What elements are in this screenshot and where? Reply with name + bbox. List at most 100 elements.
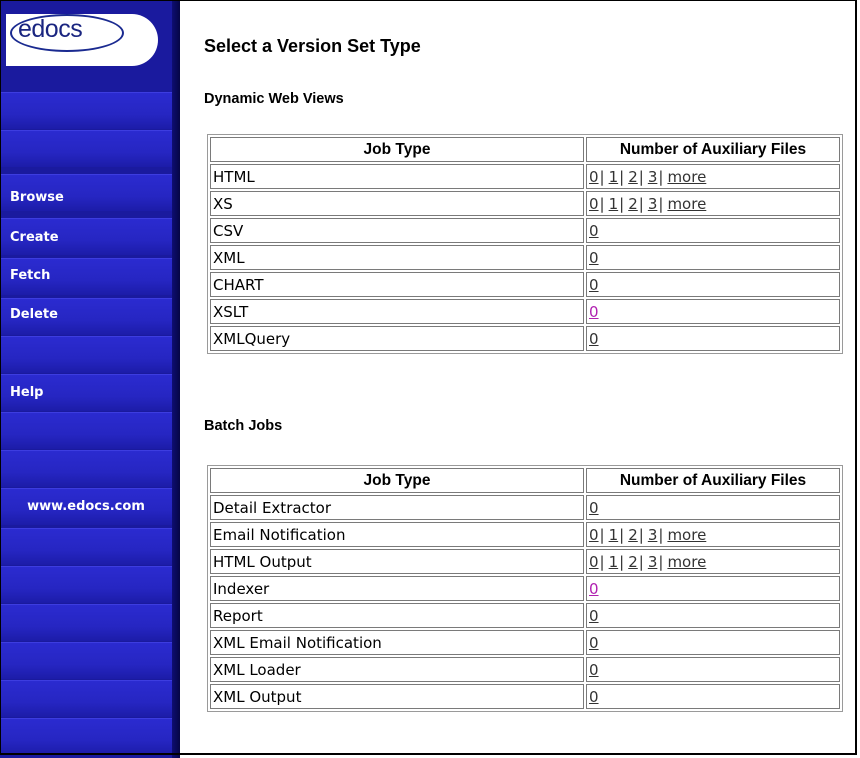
aux-files-count-link[interactable]: 2 <box>628 553 638 571</box>
link-separator: | <box>619 525 625 544</box>
aux-files-cell: 0 <box>586 272 840 297</box>
aux-files-count-link[interactable]: 3 <box>648 168 658 186</box>
table-row: Detail Extractor 0 <box>210 495 840 520</box>
aux-files-cell: 0 <box>586 657 840 682</box>
aux-files-count-link[interactable]: 1 <box>609 195 619 213</box>
table-row: XML 0 <box>210 245 840 270</box>
aux-files-count-link[interactable]: 0 <box>589 580 599 598</box>
aux-files-count-link[interactable]: 0 <box>589 222 599 240</box>
aux-files-count-link[interactable]: 2 <box>628 195 638 213</box>
column-header-aux-files: Number of Auxiliary Files <box>586 468 840 493</box>
job-type-cell: XSLT <box>210 299 584 324</box>
table-row: Email Notification 0| 1| 2| 3| more <box>210 522 840 547</box>
sidebar-stripe <box>0 642 172 679</box>
page-title: Select a Version Set Type <box>204 36 421 56</box>
job-type-cell: XS <box>210 191 584 216</box>
aux-files-count-link[interactable]: 0 <box>589 276 599 294</box>
column-header-job-type: Job Type <box>210 468 584 493</box>
link-separator: | <box>619 167 625 186</box>
aux-files-count-link[interactable]: 2 <box>628 526 638 544</box>
table-row: CSV 0 <box>210 218 840 243</box>
table-row: HTML Output 0| 1| 2| 3| more <box>210 549 840 574</box>
link-separator: | <box>619 552 625 571</box>
sidebar-stripe <box>0 680 172 717</box>
aux-files-count-link[interactable]: 3 <box>648 526 658 544</box>
batch-jobs-table: Job Type Number of Auxiliary Files Detai… <box>207 465 843 712</box>
aux-files-count-link[interactable]: 0 <box>589 249 599 267</box>
aux-files-count-link[interactable]: 0 <box>589 330 599 348</box>
link-separator: | <box>658 525 664 544</box>
job-type-cell: XML Loader <box>210 657 584 682</box>
link-separator: | <box>658 167 664 186</box>
aux-files-cell: 0 <box>586 603 840 628</box>
aux-files-more-link[interactable]: more <box>667 553 706 571</box>
aux-files-cell: 0 <box>586 245 840 270</box>
aux-files-count-link[interactable]: 0 <box>589 195 599 213</box>
nav-delete[interactable]: Delete <box>0 306 172 324</box>
aux-files-count-link[interactable]: 3 <box>648 195 658 213</box>
aux-files-cell: 0 <box>586 684 840 709</box>
table-row: Indexer 0 <box>210 576 840 601</box>
nav-browse[interactable]: Browse <box>0 189 172 207</box>
job-type-cell: CHART <box>210 272 584 297</box>
sidebar-stripe <box>0 604 172 641</box>
aux-files-count-link[interactable]: 0 <box>589 688 599 706</box>
link-separator: | <box>599 525 605 544</box>
nav-create[interactable]: Create <box>0 229 172 247</box>
link-separator: | <box>638 552 644 571</box>
job-type-cell: XMLQuery <box>210 326 584 351</box>
link-separator: | <box>599 194 605 213</box>
nav-help[interactable]: Help <box>0 384 172 402</box>
aux-files-cell: 0 <box>586 326 840 351</box>
column-header-aux-files: Number of Auxiliary Files <box>586 137 840 162</box>
aux-files-cell: 0| 1| 2| 3| more <box>586 191 840 216</box>
aux-files-count-link[interactable]: 0 <box>589 168 599 186</box>
nav-fetch[interactable]: Fetch <box>0 267 172 285</box>
sidebar-stripe <box>0 412 172 449</box>
aux-files-more-link[interactable]: more <box>667 195 706 213</box>
aux-files-count-link[interactable]: 3 <box>648 553 658 571</box>
job-type-cell: XML Output <box>210 684 584 709</box>
aux-files-cell: 0 <box>586 495 840 520</box>
aux-files-cell: 0 <box>586 576 840 601</box>
link-separator: | <box>638 167 644 186</box>
aux-files-count-link[interactable]: 0 <box>589 499 599 517</box>
aux-files-count-link[interactable]: 1 <box>609 526 619 544</box>
table-row: XML Email Notification 0 <box>210 630 840 655</box>
job-type-cell: XML Email Notification <box>210 630 584 655</box>
aux-files-count-link[interactable]: 0 <box>589 634 599 652</box>
aux-files-count-link[interactable]: 1 <box>609 553 619 571</box>
aux-files-count-link[interactable]: 2 <box>628 168 638 186</box>
link-separator: | <box>638 194 644 213</box>
aux-files-count-link[interactable]: 0 <box>589 553 599 571</box>
link-separator: | <box>658 194 664 213</box>
sidebar-stripe <box>0 92 172 129</box>
job-type-cell: Detail Extractor <box>210 495 584 520</box>
site-link[interactable]: www.edocs.com <box>0 498 172 516</box>
table-row: CHART 0 <box>210 272 840 297</box>
column-header-job-type: Job Type <box>210 137 584 162</box>
table-body: HTML 0| 1| 2| 3| more XS 0| 1| 2| 3| more CSV 0 XML 0 CH… <box>210 164 840 351</box>
aux-files-more-link[interactable]: more <box>667 526 706 544</box>
job-type-cell: HTML <box>210 164 584 189</box>
sidebar-shadow <box>172 0 180 758</box>
aux-files-cell: 0 <box>586 299 840 324</box>
dynamic-web-views-table: Job Type Number of Auxiliary Files HTML 0… <box>207 134 843 354</box>
job-type-cell: Report <box>210 603 584 628</box>
aux-files-more-link[interactable]: more <box>667 168 706 186</box>
table-row: XS 0| 1| 2| 3| more <box>210 191 840 216</box>
job-type-cell: HTML Output <box>210 549 584 574</box>
aux-files-cell: 0 <box>586 218 840 243</box>
table-row: Report 0 <box>210 603 840 628</box>
aux-files-count-link[interactable]: 0 <box>589 526 599 544</box>
aux-files-count-link[interactable]: 0 <box>589 607 599 625</box>
sidebar-stripe <box>0 130 172 167</box>
sidebar-stripe <box>0 450 172 487</box>
aux-files-count-link[interactable]: 1 <box>609 168 619 186</box>
aux-files-count-link[interactable]: 0 <box>589 303 599 321</box>
link-separator: | <box>599 167 605 186</box>
aux-files-cell: 0| 1| 2| 3| more <box>586 522 840 547</box>
aux-files-count-link[interactable]: 0 <box>589 661 599 679</box>
aux-files-cell: 0 <box>586 630 840 655</box>
table-header-row: Job Type Number of Auxiliary Files <box>210 137 840 162</box>
